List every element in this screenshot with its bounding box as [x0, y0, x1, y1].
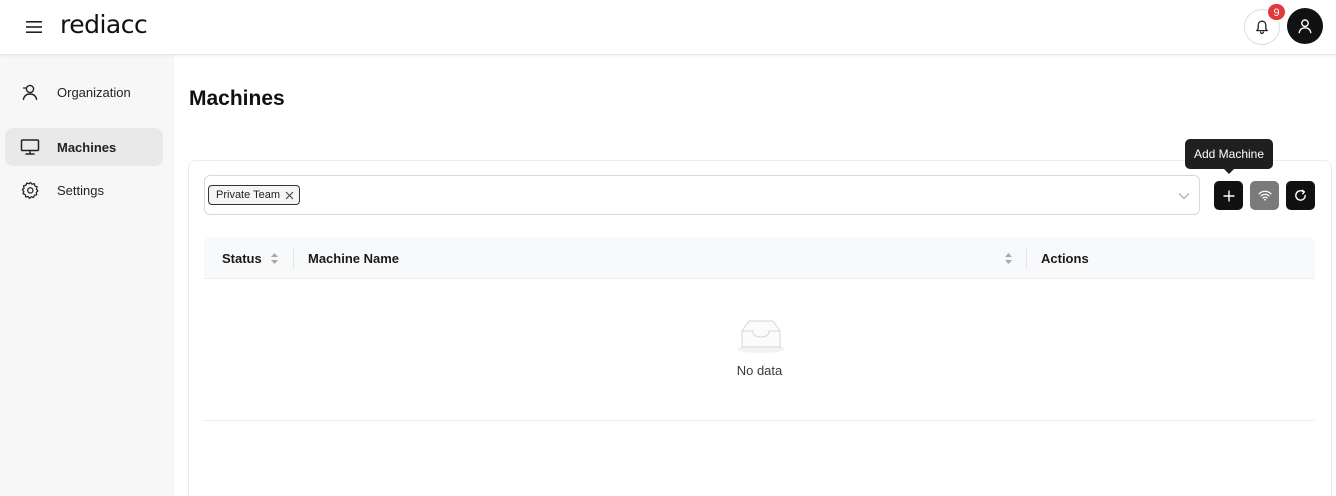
table-empty-state: No data — [204, 279, 1315, 421]
empty-inbox-icon — [737, 320, 785, 353]
user-avatar-button[interactable] — [1287, 8, 1323, 44]
plus-icon — [1223, 190, 1234, 201]
table-header: Status Machine Name Actions — [204, 237, 1315, 279]
add-machine-tooltip: Add Machine — [1185, 139, 1273, 169]
page-title: Machines — [189, 87, 285, 110]
gear-icon — [20, 180, 40, 200]
sidebar-item-label: Organization — [57, 84, 131, 100]
column-divider — [1026, 248, 1027, 268]
column-divider — [293, 248, 294, 268]
user-icon — [1298, 19, 1312, 34]
sidebar-item-label: Machines — [57, 139, 117, 155]
sidebar-item-settings[interactable]: Settings — [5, 171, 163, 209]
notification-badge: 9 — [1267, 3, 1286, 21]
refresh-button[interactable] — [1286, 181, 1315, 210]
sidebar-item-label: Settings — [57, 182, 104, 198]
sidebar-item-organization[interactable]: Organization — [5, 73, 163, 111]
sort-icon[interactable] — [1003, 251, 1013, 265]
refresh-icon — [1295, 189, 1306, 201]
menu-toggle-button[interactable] — [22, 16, 46, 38]
user-icon — [20, 82, 40, 102]
column-header-machine-name[interactable]: Machine Name — [308, 237, 399, 279]
sort-icon[interactable] — [269, 251, 279, 265]
monitor-icon — [20, 137, 40, 157]
wifi-icon — [1257, 190, 1272, 201]
chevron-down-icon — [1177, 189, 1191, 203]
bell-icon — [1256, 20, 1268, 34]
tooltip-arrow — [1224, 169, 1234, 174]
empty-state-text: No data — [736, 363, 783, 378]
team-filter-select[interactable]: Private Team — [204, 175, 1200, 215]
column-header-actions: Actions — [1041, 250, 1089, 266]
team-tag: Private Team — [208, 185, 300, 205]
close-icon — [285, 191, 293, 199]
sidebar-item-machines[interactable]: Machines — [5, 128, 163, 166]
add-machine-button[interactable] — [1214, 181, 1243, 210]
connectivity-test-button[interactable] — [1250, 181, 1279, 210]
hamburger-menu-icon — [26, 21, 42, 33]
app-logo[interactable]: rediacc — [60, 9, 148, 41]
tag-remove-button[interactable] — [283, 189, 295, 201]
sidebar: Organization Machines Settings — [0, 55, 174, 496]
top-header: rediacc 9 — [0, 0, 1336, 55]
column-header-status[interactable]: Status — [222, 237, 262, 279]
team-tag-label: Private Team — [216, 189, 280, 201]
